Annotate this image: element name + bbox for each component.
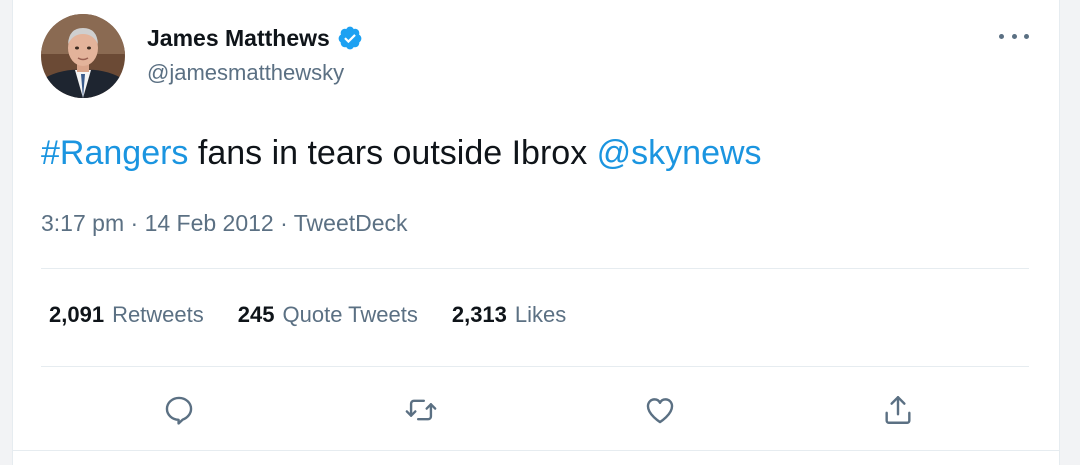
likes-stat[interactable]: 2,313 Likes (452, 302, 566, 328)
avatar-image (41, 14, 125, 98)
bottom-border (13, 450, 1059, 451)
tweet-date[interactable]: 14 Feb 2012 (145, 210, 274, 236)
meta-separator: · (124, 210, 145, 236)
hashtag-link[interactable]: #Rangers (41, 134, 188, 172)
share-icon (885, 396, 911, 424)
tweet-body-text: fans in tears outside Ibrox (188, 134, 597, 172)
tweet-meta: 3:17 pm · 14 Feb 2012 · TweetDeck (41, 210, 408, 237)
divider (41, 268, 1029, 269)
tweet-source[interactable]: TweetDeck (294, 210, 408, 236)
author-name-row: James Matthews (147, 22, 363, 54)
retweet-icon (405, 399, 437, 421)
retweets-stat[interactable]: 2,091 Retweets (49, 302, 204, 328)
tweet-text: #Rangers fans in tears outside Ibrox @sk… (41, 134, 762, 173)
tweet-actions (13, 388, 1061, 432)
tweet-stats: 2,091 Retweets 245 Quote Tweets 2,313 Li… (49, 302, 600, 328)
quote-tweets-count: 245 (237, 302, 275, 327)
retweets-count: 2,091 (49, 302, 105, 327)
avatar[interactable] (41, 14, 125, 98)
reply-icon (165, 396, 193, 425)
author-handle[interactable]: @jamesmatthewsky (147, 60, 344, 86)
divider (41, 366, 1029, 367)
verified-badge-icon (337, 25, 363, 51)
quote-tweets-label: Quote Tweets (282, 302, 418, 327)
meta-separator: · (273, 210, 294, 236)
retweet-button[interactable] (399, 388, 443, 432)
more-options-icon[interactable] (999, 26, 1029, 46)
likes-label: Likes (514, 302, 567, 327)
author-display-name[interactable]: James Matthews (147, 25, 330, 52)
like-button[interactable] (638, 388, 682, 432)
reply-button[interactable] (157, 388, 201, 432)
like-icon (646, 398, 674, 424)
tweet-time[interactable]: 3:17 pm (41, 210, 124, 236)
tweet-card: James Matthews @jamesmatthewsky #Rangers… (12, 0, 1060, 465)
retweets-label: Retweets (112, 302, 204, 327)
likes-count: 2,313 (451, 302, 507, 327)
quote-tweets-stat[interactable]: 245 Quote Tweets (238, 302, 418, 328)
mention-link[interactable]: @skynews (597, 134, 762, 172)
share-button[interactable] (876, 388, 920, 432)
